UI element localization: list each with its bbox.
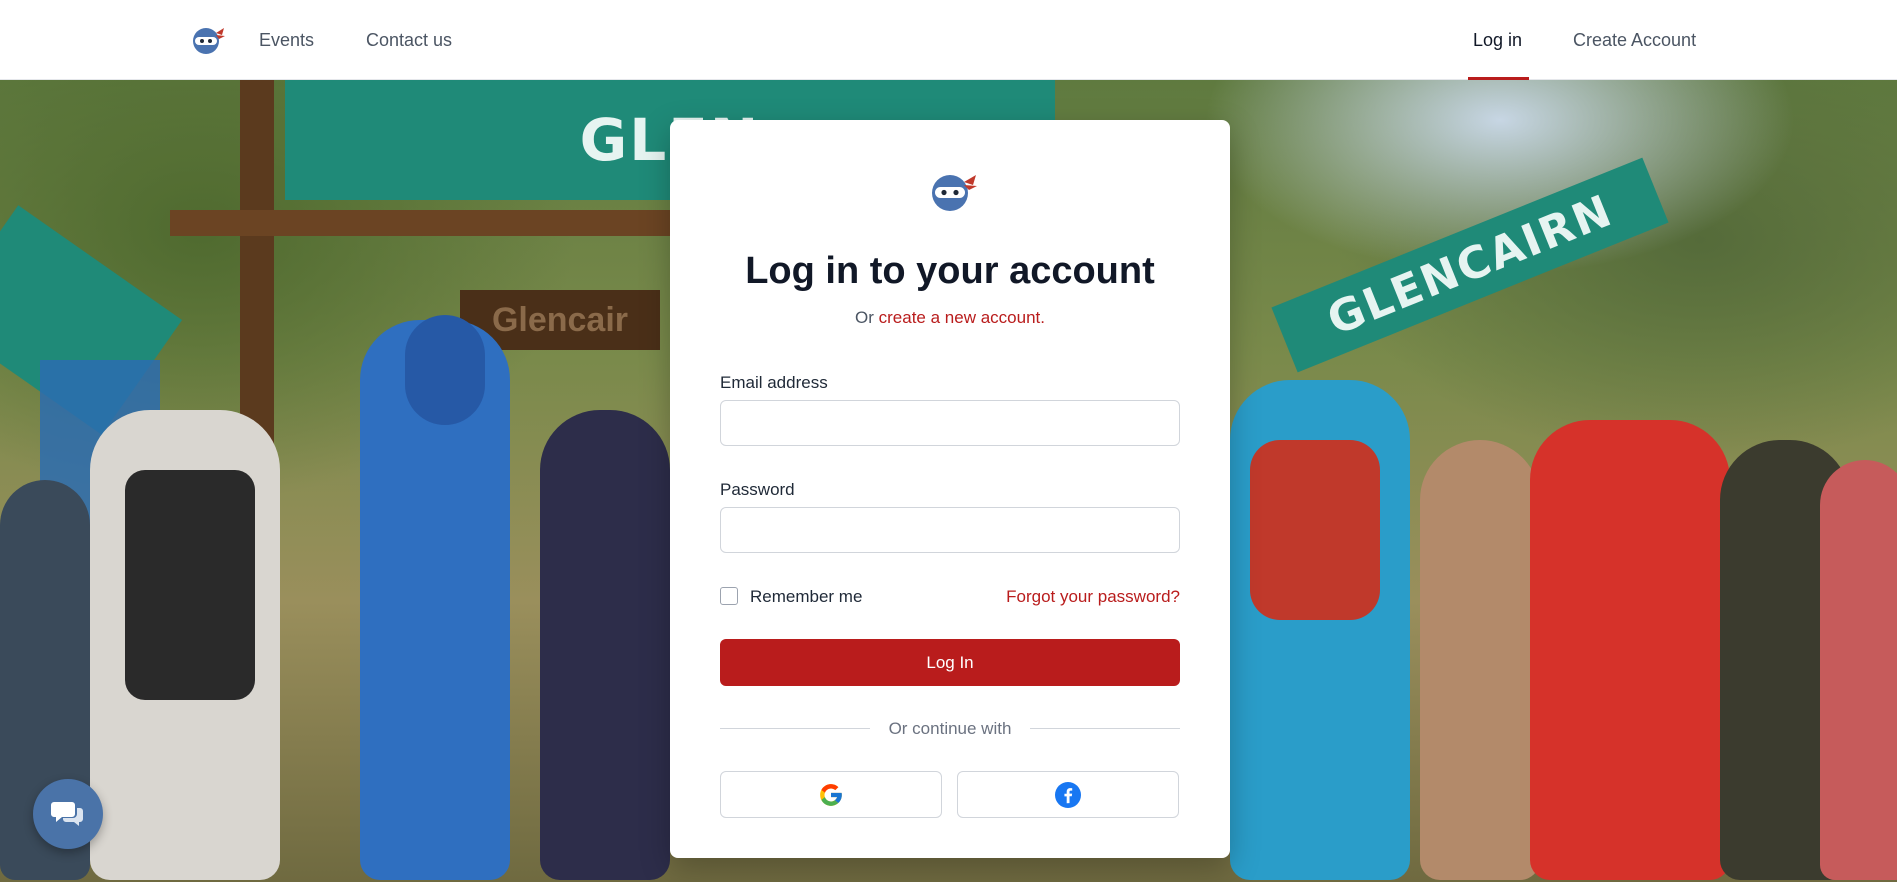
runner-shirt xyxy=(1250,440,1380,620)
email-label: Email address xyxy=(720,373,828,392)
wooden-beam xyxy=(170,210,690,236)
divider-line xyxy=(1030,728,1180,729)
nav-link-contact[interactable]: Contact us xyxy=(366,28,452,52)
remember-me-checkbox[interactable] xyxy=(720,587,738,605)
google-login-button[interactable] xyxy=(720,771,942,818)
runner-blue-head xyxy=(405,315,485,425)
facebook-icon xyxy=(1055,781,1081,808)
chat-icon xyxy=(51,802,83,826)
page-title: Log in to your account xyxy=(745,250,1155,292)
runner-vest xyxy=(125,470,255,700)
nav-link-login[interactable]: Log in xyxy=(1473,28,1522,52)
email-field[interactable] xyxy=(720,400,1180,446)
login-submit-button[interactable]: Log In xyxy=(720,639,1180,686)
runner xyxy=(540,410,670,880)
ninja-mascot-icon xyxy=(932,175,977,211)
event-banner-right: GLENCAIRN xyxy=(1271,157,1669,373)
runner xyxy=(1420,440,1540,880)
top-navigation: Events Contact us Log in Create Account xyxy=(0,0,1897,80)
signup-prompt: Or create a new account. xyxy=(670,307,1230,329)
ninja-mascot-icon[interactable] xyxy=(190,24,226,56)
nav-link-events[interactable]: Events xyxy=(259,28,314,52)
runner xyxy=(1820,460,1897,880)
facebook-login-button[interactable] xyxy=(957,771,1179,818)
google-icon xyxy=(820,783,842,806)
social-divider-text: Or continue with xyxy=(888,719,1012,738)
password-label: Password xyxy=(720,480,795,499)
password-field[interactable] xyxy=(720,507,1180,553)
signup-prompt-prefix: Or xyxy=(855,308,879,327)
chat-widget-button[interactable] xyxy=(33,779,103,849)
runner-red-suit xyxy=(1530,420,1730,880)
login-card: Log in to your account Or create a new a… xyxy=(670,120,1230,858)
create-account-link[interactable]: create a new account. xyxy=(879,308,1045,327)
forgot-password-link[interactable]: Forgot your password? xyxy=(1006,586,1180,608)
remember-me-label[interactable]: Remember me xyxy=(750,586,862,608)
nav-link-create-account[interactable]: Create Account xyxy=(1573,28,1696,52)
